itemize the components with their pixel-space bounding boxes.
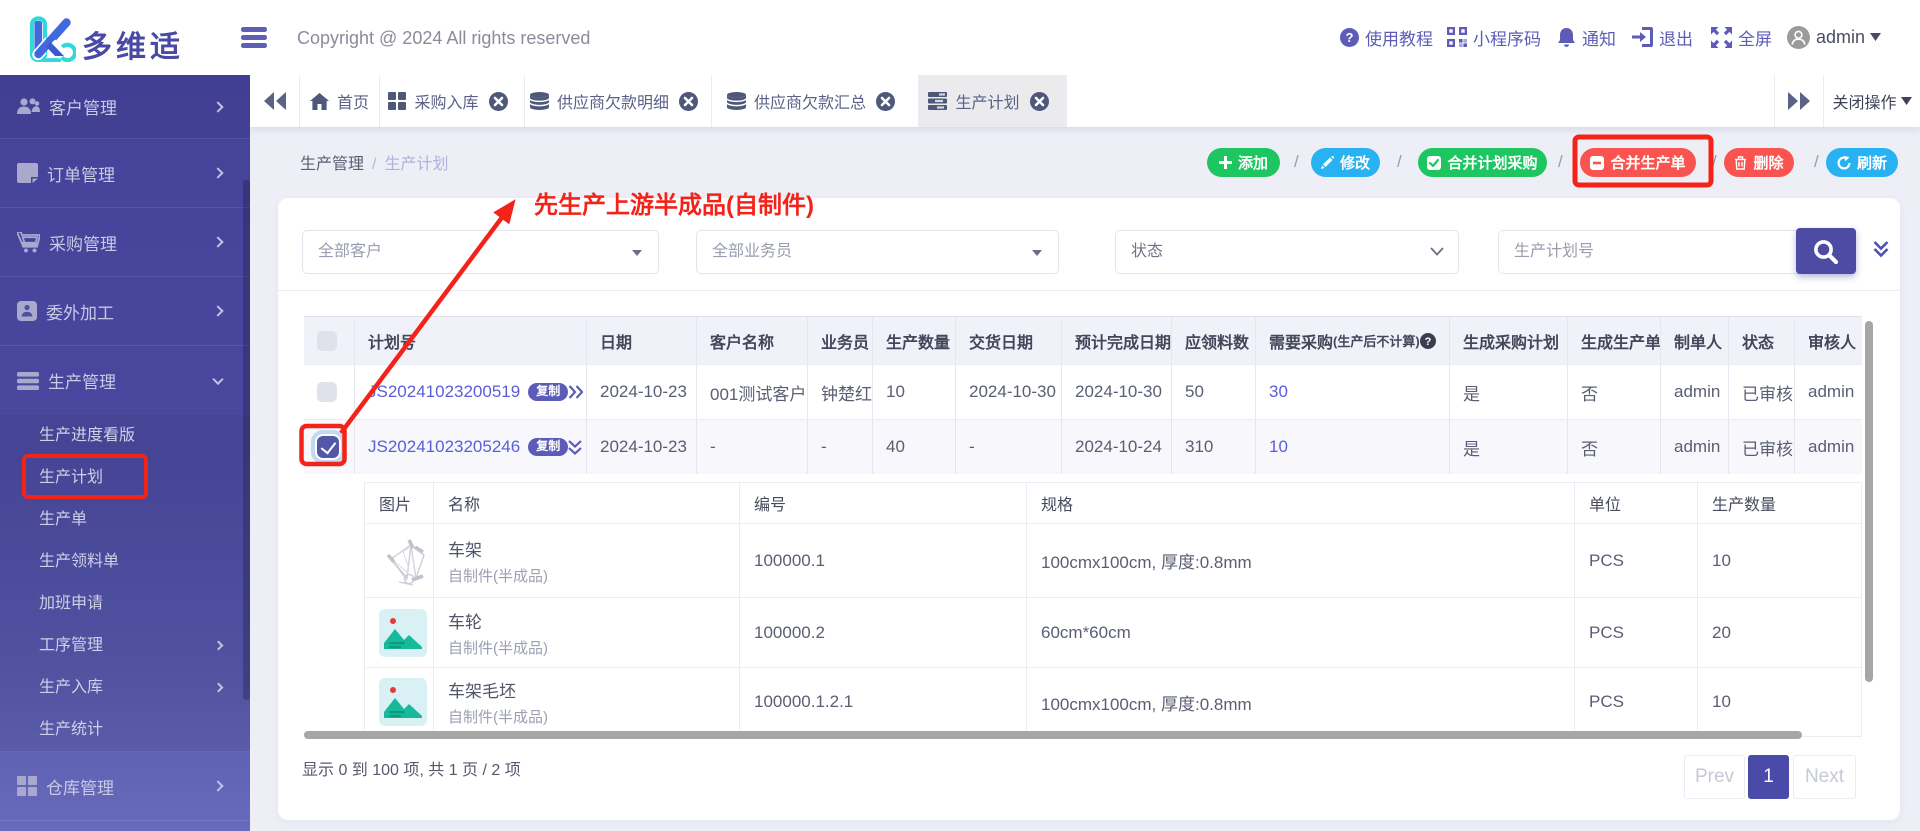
svg-text:?: ? [1346, 30, 1354, 45]
svg-text:?: ? [1424, 336, 1431, 348]
